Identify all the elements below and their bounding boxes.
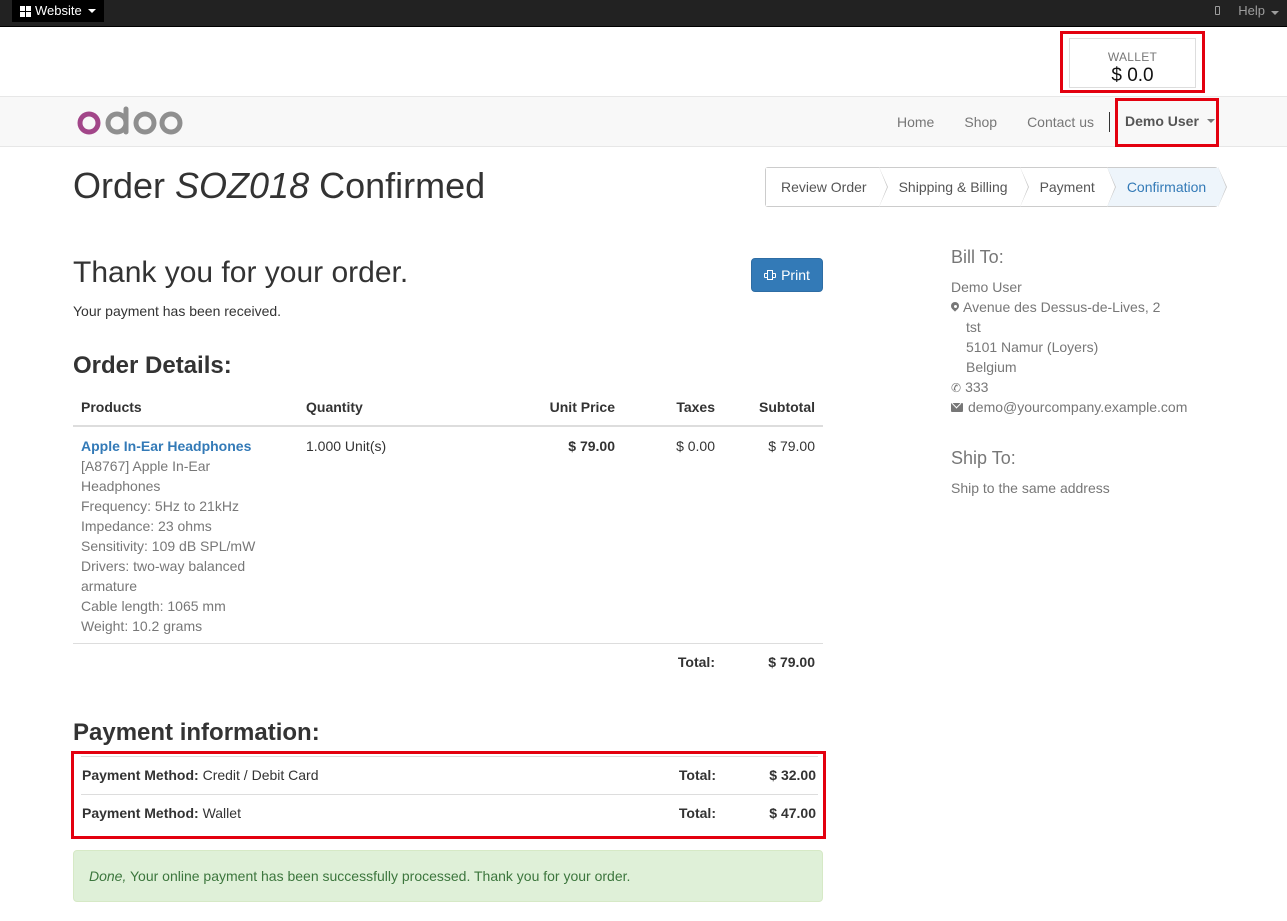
website-menu-button[interactable]: Website bbox=[12, 0, 104, 22]
bill-to-email: demo@yourcompany.example.com bbox=[968, 399, 1188, 415]
bill-to-street2: tst bbox=[966, 319, 981, 335]
user-menu-button[interactable]: Demo User bbox=[1125, 96, 1215, 145]
bill-to-email-line: demo@yourcompany.example.com bbox=[951, 397, 1187, 417]
caret-down-icon bbox=[87, 9, 96, 13]
bill-to-country: Belgium bbox=[966, 359, 1017, 375]
admin-topbar: Website Help bbox=[0, 0, 1287, 27]
title-suffix: Confirmed bbox=[309, 165, 486, 206]
bill-to-phone-line: ✆ 333 bbox=[951, 377, 988, 398]
order-total-row: Total: $ 79.00 bbox=[73, 644, 823, 681]
print-button[interactable]: Print bbox=[751, 258, 823, 292]
caret-down-icon bbox=[1206, 118, 1215, 123]
product-link[interactable]: Apple In-Ear Headphones bbox=[81, 436, 266, 456]
wizard-step-shipping-billing[interactable]: Shipping & Billing bbox=[878, 167, 1029, 207]
alert-emphasis: Done, bbox=[89, 868, 127, 884]
map-marker-icon bbox=[951, 302, 959, 313]
checkout-progress: Review Order Shipping & Billing Payment … bbox=[765, 167, 1228, 207]
payment-method-value: Credit / Debit Card bbox=[198, 767, 319, 783]
apps-grid-icon bbox=[20, 5, 31, 17]
quantity-cell: 1.000 Unit(s) bbox=[306, 438, 387, 454]
main-navbar: Home Shop Contact us bbox=[0, 96, 1287, 147]
nav-link-contact-us[interactable]: Contact us bbox=[1012, 114, 1109, 130]
column-header-subtotal: Subtotal bbox=[759, 399, 815, 415]
phone-icon: ✆ bbox=[951, 381, 962, 395]
product-description-line: Cable length: 1065 mm bbox=[81, 598, 226, 614]
printer-icon bbox=[764, 270, 777, 280]
wizard-step-review-order[interactable]: Review Order bbox=[766, 167, 888, 207]
bill-to-street-line: Avenue des Dessus-de-Lives, 2 bbox=[951, 297, 1160, 317]
wallet-widget[interactable]: WALLET $ 0.0 bbox=[1069, 38, 1196, 88]
order-total-value: $ 79.00 bbox=[768, 654, 815, 670]
product-description-line: Weight: 10.2 grams bbox=[81, 618, 203, 634]
website-menu-label: Website bbox=[35, 3, 82, 18]
odoo-logo[interactable] bbox=[77, 105, 185, 139]
table-row: Apple In-Ear Headphones [A8767] Apple In… bbox=[73, 427, 823, 644]
caret-down-icon bbox=[1271, 10, 1279, 15]
bill-to-heading: Bill To: bbox=[951, 247, 1004, 267]
wallet-highlight: WALLET $ 0.0 bbox=[1060, 31, 1205, 93]
payment-total-value: $ 47.00 bbox=[769, 805, 816, 821]
wallet-label: WALLET bbox=[1107, 50, 1158, 64]
product-cell: Apple In-Ear Headphones [A8767] Apple In… bbox=[81, 436, 266, 636]
page-title: Order SOZ018 Confirmed bbox=[73, 165, 485, 207]
order-table: Products Quantity Unit Price Taxes Subto… bbox=[73, 390, 823, 681]
product-description-line: Frequency: 5Hz to 21kHz bbox=[81, 498, 239, 514]
alert-message: Your online payment has been successfull… bbox=[126, 868, 631, 884]
bill-to-phone: 333 bbox=[965, 379, 989, 395]
payment-information-highlight: Payment Method: Credit / Debit Card Tota… bbox=[71, 751, 826, 839]
ship-to-text: Ship to the same address bbox=[951, 480, 1110, 496]
print-button-label: Print bbox=[781, 267, 810, 283]
title-prefix: Order bbox=[73, 165, 176, 206]
payment-total-label: Total: bbox=[678, 805, 716, 821]
column-header-quantity: Quantity bbox=[306, 399, 363, 415]
user-menu-label: Demo User bbox=[1125, 112, 1199, 129]
product-description-line: Sensitivity: 109 dB SPL/mW bbox=[81, 538, 256, 554]
payment-row: Payment Method: Credit / Debit Card Tota… bbox=[81, 756, 818, 793]
taxes-cell: $ 0.00 bbox=[676, 438, 715, 454]
thank-you-heading: Thank you for your order. bbox=[73, 256, 409, 289]
order-details-heading: Order Details: bbox=[73, 352, 232, 379]
bill-to-city: 5101 Namur (Loyers) bbox=[966, 339, 1099, 355]
payment-row: Payment Method: Wallet Total: $ 47.00 bbox=[81, 794, 818, 831]
payment-information-heading: Payment information: bbox=[73, 719, 320, 746]
payment-total-label: Total: bbox=[678, 767, 716, 783]
product-description-line: Drivers: two-way balanced bbox=[81, 558, 246, 574]
payment-method-value: Wallet bbox=[198, 805, 241, 821]
payment-total-value: $ 32.00 bbox=[769, 767, 816, 783]
order-reference: SOZ018 bbox=[175, 165, 310, 206]
product-description-line: armature bbox=[81, 578, 138, 594]
payment-method-label: Payment Method: bbox=[82, 767, 199, 783]
envelope-icon bbox=[951, 403, 963, 412]
nav-link-shop[interactable]: Shop bbox=[949, 114, 1012, 130]
mobile-preview-icon[interactable] bbox=[1215, 5, 1221, 15]
nav-link-home[interactable]: Home bbox=[882, 114, 949, 130]
column-header-taxes: Taxes bbox=[676, 399, 715, 415]
payment-method-label: Payment Method: bbox=[82, 805, 199, 821]
product-description-line: Impedance: 23 ohms bbox=[81, 518, 212, 534]
payment-success-alert: Done, Your online payment has been succe… bbox=[73, 850, 823, 902]
help-menu-button[interactable]: Help bbox=[1238, 3, 1279, 18]
product-description-line: Headphones bbox=[81, 478, 161, 494]
nav-divider bbox=[1109, 111, 1110, 132]
unit-price-cell: $ 79.00 bbox=[568, 438, 615, 454]
help-menu-label: Help bbox=[1238, 2, 1265, 18]
bill-to-street: Avenue des Dessus-de-Lives, 2 bbox=[963, 299, 1161, 315]
order-total-label: Total: bbox=[677, 654, 715, 670]
nav-links: Home Shop Contact us bbox=[882, 97, 1110, 146]
product-description-line: [A8767] Apple In-Ear bbox=[81, 458, 211, 474]
table-header: Products Quantity Unit Price Taxes Subto… bbox=[73, 390, 823, 427]
ship-to-heading: Ship To: bbox=[951, 448, 1016, 468]
product-description: [A8767] Apple In-Ear Headphones Frequenc… bbox=[81, 456, 266, 636]
subtotal-cell: $ 79.00 bbox=[768, 438, 815, 454]
column-header-unit-price: Unit Price bbox=[549, 399, 615, 415]
topbar-right: Help bbox=[1215, 0, 1279, 20]
wizard-step-payment[interactable]: Payment bbox=[1019, 167, 1117, 207]
bill-to-name: Demo User bbox=[951, 279, 1022, 295]
wizard-step-confirmation: Confirmation bbox=[1106, 167, 1228, 207]
payment-received-message: Your payment has been received. bbox=[73, 303, 282, 319]
column-header-products: Products bbox=[81, 399, 142, 415]
wallet-balance: $ 0.0 bbox=[1111, 65, 1154, 86]
